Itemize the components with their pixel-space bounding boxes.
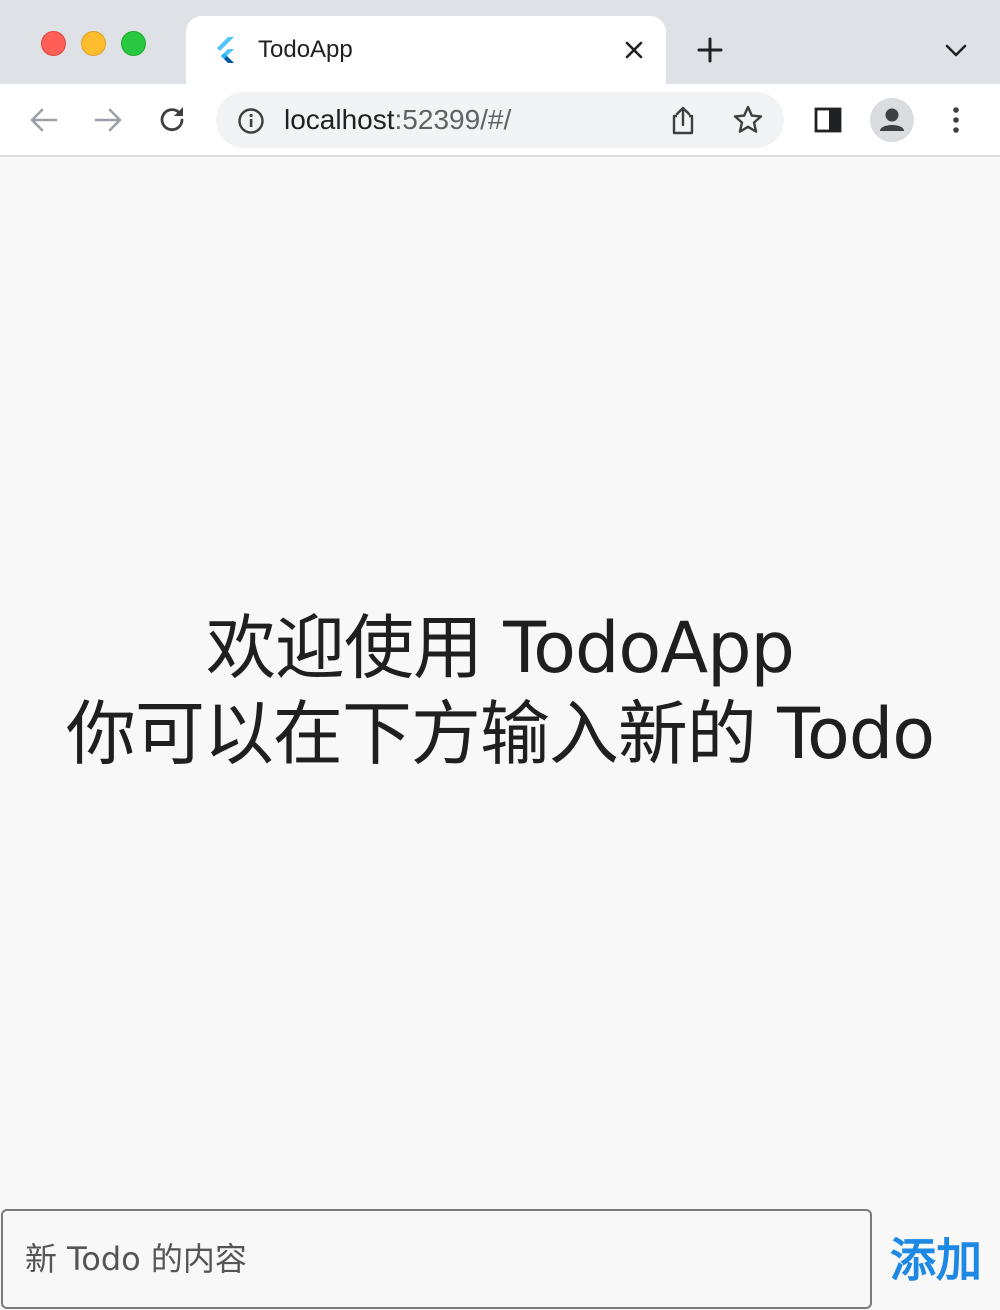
app-page: 欢迎使用 TodoApp 你可以在下方输入新的 Todo 添加	[0, 157, 1000, 1310]
url-host: localhost	[284, 104, 395, 135]
tab-strip: TodoApp	[0, 0, 1000, 84]
new-todo-row: 添加	[0, 1208, 1000, 1310]
tab-title: TodoApp	[258, 36, 353, 63]
more-menu-icon[interactable]	[944, 102, 968, 138]
new-tab-icon[interactable]	[694, 34, 726, 66]
site-info-icon[interactable]	[236, 106, 266, 136]
flutter-logo-icon	[217, 37, 234, 63]
close-tab-icon[interactable]	[620, 36, 648, 64]
welcome-subtitle: 你可以在下方输入新的 Todo	[65, 693, 935, 775]
new-todo-input[interactable]	[1, 1209, 872, 1309]
address-bar[interactable]: localhost:52399/#/	[216, 92, 784, 148]
browser-window: TodoApp localhost:52399/#/ 欢迎使用 TodoApp …	[0, 0, 1000, 1310]
person-icon	[880, 108, 904, 131]
browser-toolbar: localhost:52399/#/	[0, 84, 1000, 157]
profile-avatar[interactable]	[870, 98, 914, 142]
url-text[interactable]: localhost:52399/#/	[284, 105, 511, 135]
close-window-button[interactable]	[41, 31, 66, 56]
minimize-window-button[interactable]	[81, 31, 106, 56]
add-button[interactable]: 添加	[880, 1228, 992, 1292]
side-panel-icon[interactable]	[812, 104, 844, 136]
share-icon[interactable]	[668, 104, 698, 136]
welcome-title: 欢迎使用 TodoApp	[206, 607, 795, 689]
reload-icon[interactable]	[154, 102, 190, 138]
url-path: :52399/#/	[394, 104, 512, 135]
tab-todoapp[interactable]: TodoApp	[186, 16, 666, 84]
back-arrow-icon[interactable]	[26, 102, 62, 138]
forward-arrow-icon[interactable]	[90, 102, 126, 138]
bookmark-star-icon[interactable]	[732, 104, 764, 136]
chevron-down-icon[interactable]	[942, 38, 970, 62]
welcome-message: 欢迎使用 TodoApp 你可以在下方输入新的 Todo	[0, 605, 1000, 777]
maximize-window-button[interactable]	[121, 31, 146, 56]
